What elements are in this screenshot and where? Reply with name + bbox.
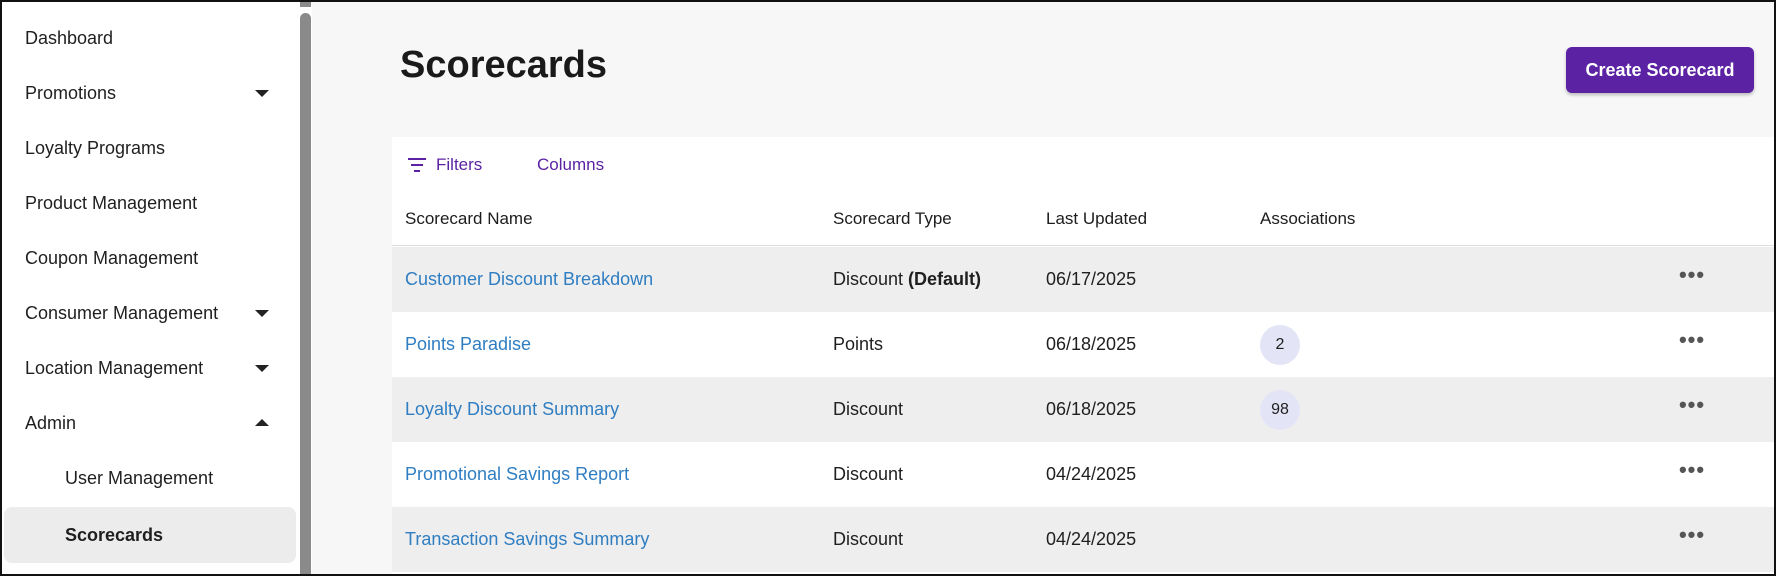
filters-label: Filters <box>436 155 483 174</box>
scorecard-name-link[interactable]: Promotional Savings Report <box>405 442 629 507</box>
sidebar-scrollbar-thumb[interactable] <box>300 13 311 574</box>
sidebar-item-consumer-management[interactable]: Consumer Management <box>4 287 296 339</box>
table-header: Scorecard Name Scorecard Type Last Updat… <box>392 192 1774 246</box>
scorecards-table: Filters Columns Scorecard Name Scorecard… <box>392 137 1774 574</box>
row-menu-button[interactable]: ••• <box>1677 442 1707 507</box>
filter-icon <box>408 158 426 172</box>
sidebar-item-label: Loyalty Programs <box>25 137 166 158</box>
column-header-type[interactable]: Scorecard Type <box>833 192 952 246</box>
sidebar-item-label: Coupon Management <box>25 247 199 268</box>
more-horizontal-icon: ••• <box>1678 456 1706 482</box>
filters-button[interactable]: Filters <box>408 151 482 179</box>
sidebar-item-coupon-management[interactable]: Coupon Management <box>4 232 296 284</box>
sidebar: Dashboard Promotions Loyalty Programs Pr… <box>2 2 298 574</box>
chevron-down-icon <box>255 310 269 317</box>
more-horizontal-icon: ••• <box>1678 391 1706 417</box>
scorecard-name-link[interactable]: Transaction Savings Summary <box>405 507 649 572</box>
scrollbar-top-cap <box>300 2 311 7</box>
sidebar-item-promotions[interactable]: Promotions <box>4 67 296 119</box>
last-updated: 06/18/2025 <box>1046 334 1137 354</box>
chevron-down-icon <box>255 365 269 372</box>
table-row: Transaction Savings Summary Discount 04/… <box>392 507 1774 572</box>
chevron-down-icon <box>255 90 269 97</box>
page-title: Scorecards <box>400 44 608 86</box>
more-horizontal-icon: ••• <box>1678 521 1706 547</box>
sidebar-item-label: Product Management <box>25 192 198 213</box>
scorecard-name-link[interactable]: Customer Discount Breakdown <box>405 247 653 312</box>
scorecard-type: Discount <box>833 529 904 549</box>
last-updated: 04/24/2025 <box>1046 464 1137 484</box>
sidebar-item-label: Promotions <box>25 82 117 103</box>
create-scorecard-button[interactable]: Create Scorecard <box>1566 47 1754 93</box>
sidebar-item-dashboard[interactable]: Dashboard <box>4 12 296 64</box>
sidebar-item-label: Consumer Management <box>25 302 219 323</box>
scorecard-type: Points <box>833 334 884 354</box>
scorecard-type-value: Discount <box>833 269 904 289</box>
sidebar-item-scorecards[interactable]: Scorecards <box>4 507 296 563</box>
associations-cell: 98 <box>1260 377 1300 442</box>
table-row: Loyalty Discount Summary Discount 06/18/… <box>392 377 1774 442</box>
last-updated: 06/18/2025 <box>1046 399 1137 419</box>
associations-badge[interactable]: 2 <box>1260 324 1300 365</box>
sidebar-item-label: Scorecards <box>65 524 164 545</box>
row-menu-button[interactable]: ••• <box>1677 377 1707 442</box>
scorecard-type: Discount (Default) <box>833 247 981 312</box>
more-horizontal-icon: ••• <box>1678 326 1706 352</box>
more-horizontal-icon: ••• <box>1678 261 1706 287</box>
column-header-updated[interactable]: Last Updated <box>1046 192 1147 246</box>
columns-button[interactable]: Columns <box>509 151 604 179</box>
columns-icon <box>509 158 527 172</box>
table-row: Customer Discount Breakdown Discount (De… <box>392 247 1774 312</box>
column-header-name[interactable]: Scorecard Name <box>405 192 533 246</box>
sidebar-item-loyalty-programs[interactable]: Loyalty Programs <box>4 122 296 174</box>
sidebar-item-product-management[interactable]: Product Management <box>4 177 296 229</box>
default-tag: (Default) <box>908 269 982 289</box>
row-menu-button[interactable]: ••• <box>1677 507 1707 572</box>
sidebar-item-label: Location Management <box>25 357 204 378</box>
chevron-up-icon <box>255 419 269 426</box>
column-header-associations[interactable]: Associations <box>1260 192 1355 246</box>
scorecard-name-link[interactable]: Loyalty Discount Summary <box>405 377 619 442</box>
scorecard-name-link[interactable]: Points Paradise <box>405 312 531 377</box>
last-updated: 06/17/2025 <box>1046 269 1137 289</box>
main-content: Scorecards Create Scorecard Filters Colu… <box>312 2 1774 574</box>
columns-label: Columns <box>537 155 605 174</box>
associations-badge[interactable]: 98 <box>1260 389 1300 430</box>
sidebar-item-location-management[interactable]: Location Management <box>4 342 296 394</box>
scorecard-type: Discount <box>833 399 904 419</box>
row-menu-button[interactable]: ••• <box>1677 247 1707 312</box>
sidebar-item-label: Admin <box>25 412 77 433</box>
sidebar-item-label: Dashboard <box>25 27 114 48</box>
sidebar-item-label: User Management <box>65 467 214 488</box>
sidebar-item-user-management[interactable]: User Management <box>4 452 296 504</box>
app-window: Dashboard Promotions Loyalty Programs Pr… <box>0 0 1776 576</box>
row-menu-button[interactable]: ••• <box>1677 312 1707 377</box>
last-updated: 04/24/2025 <box>1046 529 1137 549</box>
sidebar-item-admin[interactable]: Admin <box>4 397 296 449</box>
table-row: Points Paradise Points 06/18/2025 2 ••• <box>392 312 1774 377</box>
associations-cell: 2 <box>1260 312 1300 377</box>
scorecard-type: Discount <box>833 464 904 484</box>
table-row: Promotional Savings Report Discount 04/2… <box>392 442 1774 507</box>
